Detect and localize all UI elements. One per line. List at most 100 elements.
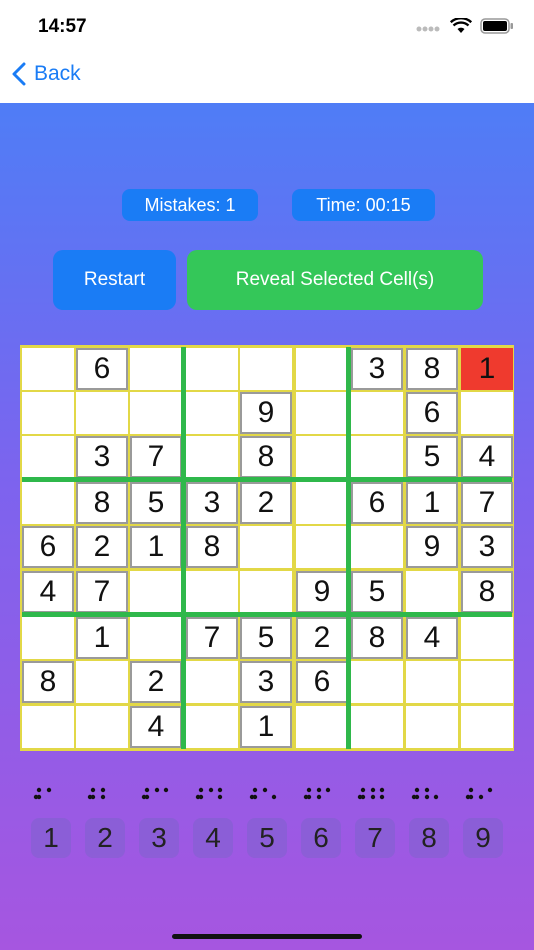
sudoku-cell-r2c9[interactable] xyxy=(461,392,513,434)
restart-button[interactable]: Restart xyxy=(53,250,176,310)
sudoku-cell-r8c9[interactable] xyxy=(461,661,513,703)
sudoku-cell-r1c2[interactable]: 6 xyxy=(76,348,128,390)
sudoku-cell-r2c4[interactable] xyxy=(186,392,238,434)
timer-display: Time: 00:15 xyxy=(292,189,435,221)
sudoku-cell-r6c9[interactable]: 8 xyxy=(461,571,513,613)
sudoku-cell-r2c5[interactable]: 9 xyxy=(240,392,292,434)
sudoku-cell-r7c1[interactable] xyxy=(22,617,74,659)
sudoku-cell-r5c7[interactable] xyxy=(351,526,403,568)
sudoku-cell-r7c4[interactable]: 7 xyxy=(186,617,238,659)
sudoku-cell-r3c5[interactable]: 8 xyxy=(240,436,292,478)
sudoku-cell-r9c4[interactable] xyxy=(186,706,238,748)
sudoku-cell-r1c8[interactable]: 8 xyxy=(406,348,458,390)
braille-3-icon xyxy=(141,787,169,800)
sudoku-cell-r4c9[interactable]: 7 xyxy=(461,482,513,524)
sudoku-cell-r6c2[interactable]: 7 xyxy=(76,571,128,613)
sudoku-cell-r3c7[interactable] xyxy=(351,436,403,478)
sudoku-cell-r7c8[interactable]: 4 xyxy=(406,617,458,659)
sudoku-cell-r8c1[interactable]: 8 xyxy=(22,661,74,703)
sudoku-cell-r8c6[interactable]: 6 xyxy=(296,661,348,703)
sudoku-cell-r1c4[interactable] xyxy=(186,348,238,390)
sudoku-cell-r3c4[interactable] xyxy=(186,436,238,478)
sudoku-cell-r4c2[interactable]: 8 xyxy=(76,482,128,524)
sudoku-cell-r1c3[interactable] xyxy=(130,348,182,390)
sudoku-cell-r4c6[interactable] xyxy=(296,482,348,524)
sudoku-cell-r3c9[interactable]: 4 xyxy=(461,436,513,478)
sudoku-cell-r8c2[interactable] xyxy=(76,661,128,703)
sudoku-cell-r1c9[interactable]: 1 xyxy=(461,348,513,390)
sudoku-cell-r2c7[interactable] xyxy=(351,392,403,434)
sudoku-cell-r7c3[interactable] xyxy=(130,617,182,659)
sudoku-cell-r7c5[interactable]: 5 xyxy=(240,617,292,659)
sudoku-cell-r6c7[interactable]: 5 xyxy=(351,571,403,613)
number-key-2[interactable]: 2 xyxy=(85,818,125,858)
sudoku-cell-r9c5[interactable]: 1 xyxy=(240,706,292,748)
sudoku-cell-r6c4[interactable] xyxy=(186,571,238,613)
sudoku-cell-r1c1[interactable] xyxy=(22,348,74,390)
sudoku-cell-r4c5[interactable]: 2 xyxy=(240,482,292,524)
sudoku-cell-r5c5[interactable] xyxy=(240,526,292,568)
sudoku-cell-r5c1[interactable]: 6 xyxy=(22,526,74,568)
sudoku-cell-r1c6[interactable] xyxy=(296,348,348,390)
sudoku-cell-r2c8[interactable]: 6 xyxy=(406,392,458,434)
sudoku-cell-r4c7[interactable]: 6 xyxy=(351,482,403,524)
sudoku-cell-r2c1[interactable] xyxy=(22,392,74,434)
number-key-3[interactable]: 3 xyxy=(139,818,179,858)
number-key-7[interactable]: 7 xyxy=(355,818,395,858)
sudoku-cell-r9c6[interactable] xyxy=(296,706,348,748)
sudoku-cell-r7c9[interactable] xyxy=(461,617,513,659)
number-key-8[interactable]: 8 xyxy=(409,818,449,858)
sudoku-cell-r9c1[interactable] xyxy=(22,706,74,748)
sudoku-cell-r5c6[interactable] xyxy=(296,526,348,568)
sudoku-cell-r6c5[interactable] xyxy=(240,571,292,613)
number-key-6[interactable]: 6 xyxy=(301,818,341,858)
sudoku-cell-r7c7[interactable]: 8 xyxy=(351,617,403,659)
sudoku-cell-r8c5[interactable]: 3 xyxy=(240,661,292,703)
sudoku-cell-r5c4[interactable]: 8 xyxy=(186,526,238,568)
block-divider-vertical xyxy=(346,347,351,749)
sudoku-cell-r4c8[interactable]: 1 xyxy=(406,482,458,524)
status-bar: 14:57 xyxy=(0,0,534,52)
sudoku-cell-r4c4[interactable]: 3 xyxy=(186,482,238,524)
sudoku-cell-r2c3[interactable] xyxy=(130,392,182,434)
sudoku-cell-r5c9[interactable]: 3 xyxy=(461,526,513,568)
sudoku-cell-r6c3[interactable] xyxy=(130,571,182,613)
back-label: Back xyxy=(34,62,81,85)
sudoku-cell-r5c8[interactable]: 9 xyxy=(406,526,458,568)
number-key-4[interactable]: 4 xyxy=(193,818,233,858)
sudoku-cell-r3c1[interactable] xyxy=(22,436,74,478)
sudoku-cell-r6c1[interactable]: 4 xyxy=(22,571,74,613)
back-button[interactable]: Back xyxy=(12,62,81,86)
sudoku-cell-r9c8[interactable] xyxy=(406,706,458,748)
sudoku-cell-r9c2[interactable] xyxy=(76,706,128,748)
game-screen: Mistakes: 1 Time: 00:15 Restart Reveal S… xyxy=(0,103,534,950)
sudoku-cell-r7c2[interactable]: 1 xyxy=(76,617,128,659)
number-key-1[interactable]: 1 xyxy=(31,818,71,858)
number-key-5[interactable]: 5 xyxy=(247,818,287,858)
sudoku-cell-r5c3[interactable]: 1 xyxy=(130,526,182,568)
sudoku-cell-r3c8[interactable]: 5 xyxy=(406,436,458,478)
number-key-9[interactable]: 9 xyxy=(463,818,503,858)
sudoku-cell-r4c1[interactable] xyxy=(22,482,74,524)
sudoku-cell-r3c3[interactable]: 7 xyxy=(130,436,182,478)
sudoku-cell-r7c6[interactable]: 2 xyxy=(296,617,348,659)
sudoku-cell-r5c2[interactable]: 2 xyxy=(76,526,128,568)
sudoku-cell-r2c6[interactable] xyxy=(296,392,348,434)
sudoku-cell-r8c7[interactable] xyxy=(351,661,403,703)
braille-4-icon xyxy=(195,787,223,800)
reveal-selected-button[interactable]: Reveal Selected Cell(s) xyxy=(187,250,483,310)
sudoku-cell-r9c9[interactable] xyxy=(461,706,513,748)
sudoku-cell-r8c3[interactable]: 2 xyxy=(130,661,182,703)
sudoku-cell-r8c8[interactable] xyxy=(406,661,458,703)
sudoku-cell-r9c3[interactable]: 4 xyxy=(130,706,182,748)
sudoku-cell-r2c2[interactable] xyxy=(76,392,128,434)
sudoku-cell-r6c6[interactable]: 9 xyxy=(296,571,348,613)
sudoku-cell-r3c6[interactable] xyxy=(296,436,348,478)
sudoku-cell-r8c4[interactable] xyxy=(186,661,238,703)
sudoku-cell-r1c5[interactable] xyxy=(240,348,292,390)
sudoku-cell-r1c7[interactable]: 3 xyxy=(351,348,403,390)
sudoku-cell-r3c2[interactable]: 3 xyxy=(76,436,128,478)
sudoku-cell-r9c7[interactable] xyxy=(351,706,403,748)
sudoku-cell-r6c8[interactable] xyxy=(406,571,458,613)
sudoku-cell-r4c3[interactable]: 5 xyxy=(130,482,182,524)
